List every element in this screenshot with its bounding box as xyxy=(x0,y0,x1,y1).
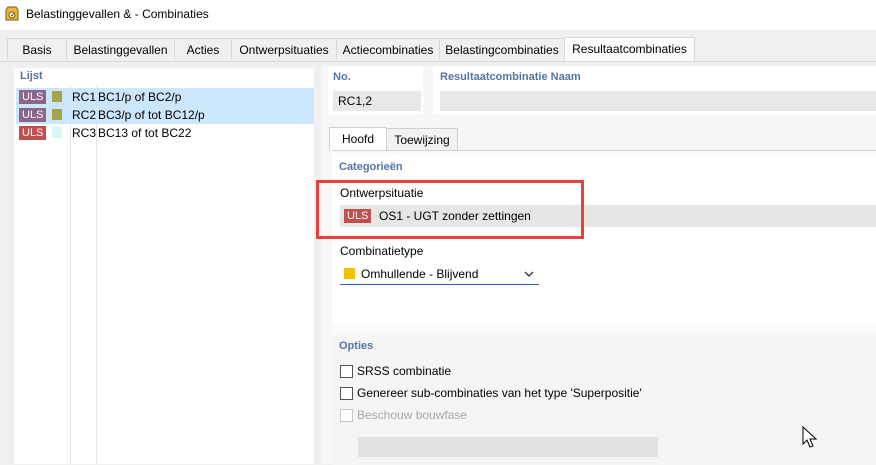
number-label: No. xyxy=(333,71,351,83)
color-swatch xyxy=(52,127,62,138)
tab-ontwerpsituaties[interactable]: Ontwerpsituaties xyxy=(231,38,337,60)
superpositie-label: Genereer sub-combinaties van het type 'S… xyxy=(357,386,642,400)
combinatietype-value: Omhullende - Blijvend xyxy=(361,267,479,281)
tab-actiecombinaties[interactable]: Actiecombinaties xyxy=(336,38,440,60)
list-item[interactable]: ULS RC1 BC1/p of BC2/p xyxy=(16,88,314,106)
highlight-box xyxy=(316,180,584,239)
number-group: No. RC1,2 xyxy=(328,66,423,114)
tab-basis[interactable]: Basis xyxy=(7,38,67,60)
list-item-name: BC13 of tot BC22 xyxy=(98,126,192,140)
name-field[interactable] xyxy=(440,91,876,111)
uls-badge: ULS xyxy=(19,108,47,122)
bouwfase-label: Beschouw bouwfase xyxy=(357,408,468,422)
tab-hoofd[interactable]: Hoofd xyxy=(329,127,387,151)
main-tab-strip: Basis Belastinggevallen Acties Ontwerpsi… xyxy=(0,37,876,62)
list-header: Lijst xyxy=(20,70,43,82)
app-icon xyxy=(5,6,19,21)
color-swatch xyxy=(52,109,62,120)
combinatietype-label: Combinatietype xyxy=(340,244,424,258)
categories-group: Categorieën Ontwerpsituatie ULS OS1 - UG… xyxy=(332,153,876,325)
window-title: Belastinggevallen & - Combinaties xyxy=(26,7,209,21)
name-group: Resultaatcombinatie Naam xyxy=(433,66,876,114)
srss-label: SRSS combinatie xyxy=(357,364,452,378)
categories-label: Categorieën xyxy=(339,161,403,173)
list-item[interactable]: ULS RC3 BC13 of tot BC22 xyxy=(16,124,314,142)
options-label: Opties xyxy=(339,340,374,352)
chevron-down-icon xyxy=(524,271,534,277)
list-panel: Lijst ULS RC1 BC1/p of BC2/p ULS RC2 BC3… xyxy=(14,68,314,464)
list-item[interactable]: ULS RC2 BC3/p of tot BC12/p xyxy=(16,106,314,124)
bouwfase-checkbox[interactable] xyxy=(340,409,353,422)
uls-badge: ULS xyxy=(19,126,47,140)
superpositie-checkbox[interactable] xyxy=(340,387,353,400)
bouwfase-field xyxy=(358,437,658,457)
list-item-id: RC1 xyxy=(72,90,97,104)
detail-panel: No. RC1,2 Resultaatcombinatie Naam Hoofd… xyxy=(321,66,876,465)
column-divider xyxy=(96,86,97,464)
tab-belastingcombinaties[interactable]: Belastingcombinaties xyxy=(439,38,565,60)
tab-belastinggevallen[interactable]: Belastinggevallen xyxy=(66,38,175,60)
uls-badge: ULS xyxy=(19,90,47,104)
color-swatch xyxy=(344,268,355,279)
title-bar: Belastinggevallen & - Combinaties xyxy=(0,0,876,30)
name-label: Resultaatcombinatie Naam xyxy=(440,71,581,83)
list-item-name: BC3/p of tot BC12/p xyxy=(98,108,205,122)
tab-acties[interactable]: Acties xyxy=(174,38,232,60)
column-divider xyxy=(70,86,71,464)
tab-toewijzing[interactable]: Toewijzing xyxy=(386,128,458,150)
srss-checkbox[interactable] xyxy=(340,365,353,378)
list-item-id: RC2 xyxy=(72,108,97,122)
color-swatch xyxy=(52,91,62,102)
options-group: Opties SRSS combinatie Genereer sub-comb… xyxy=(332,335,876,465)
number-field[interactable]: RC1,2 xyxy=(333,91,421,111)
mouse-cursor-icon xyxy=(802,426,818,448)
tab-resultaatcombinaties[interactable]: Resultaatcombinaties xyxy=(564,37,695,61)
list-item-id: RC3 xyxy=(72,126,97,140)
combinatietype-select[interactable]: Omhullende - Blijvend xyxy=(340,263,539,285)
list-item-name: BC1/p of BC2/p xyxy=(98,90,182,104)
